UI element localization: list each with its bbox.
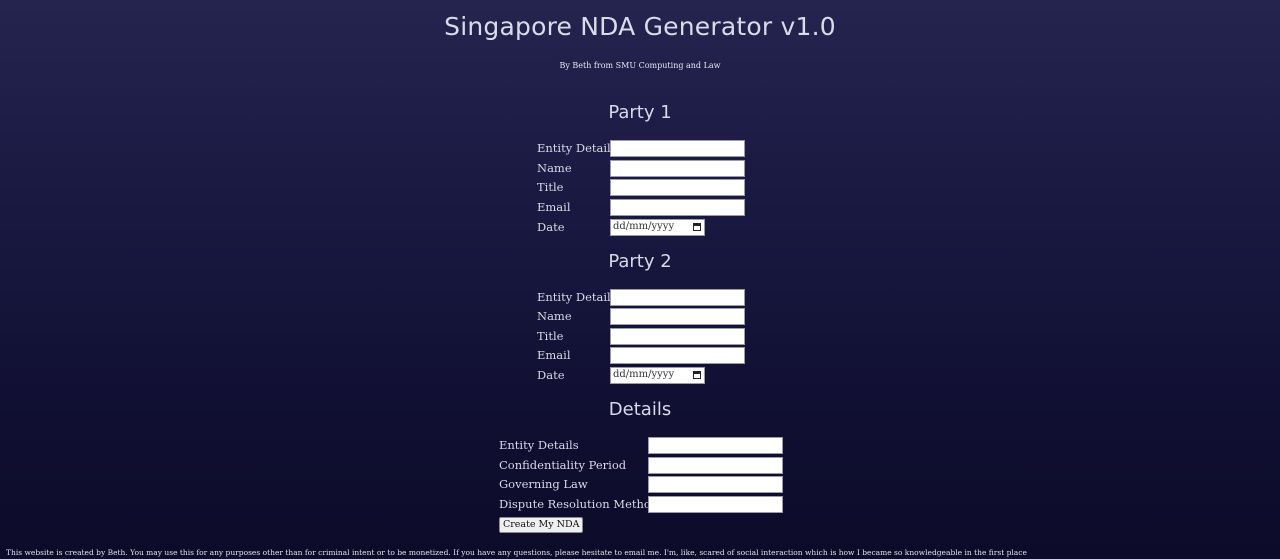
page-title: Singapore NDA Generator v1.0 bbox=[444, 12, 836, 41]
details-governing-law-row: Governing Law bbox=[499, 476, 789, 494]
create-nda-button[interactable]: Create My NDA bbox=[499, 517, 584, 533]
party1-entity-details-input[interactable] bbox=[610, 140, 745, 157]
details-entity-details-label: Entity Details bbox=[499, 438, 579, 452]
party1-name-label: Name bbox=[537, 161, 572, 175]
details-entity-details-row: Entity Details bbox=[499, 437, 789, 455]
party1-name-input[interactable] bbox=[610, 160, 745, 177]
details-governing-law-input[interactable] bbox=[648, 476, 783, 493]
party2-name-label: Name bbox=[537, 309, 572, 323]
details-confidentiality-period-row: Confidentiality Period bbox=[499, 457, 789, 475]
party2-date-input[interactable]: dd/mm/yyyy bbox=[610, 367, 705, 384]
details-dispute-resolution-row: Dispute Resolution Method bbox=[499, 496, 789, 514]
party1-date-input[interactable]: dd/mm/yyyy bbox=[610, 219, 705, 236]
party2-email-label: Email bbox=[537, 348, 571, 362]
party2-date-placeholder: dd/mm/yyyy bbox=[613, 369, 675, 380]
party1-email-label: Email bbox=[537, 200, 571, 214]
details-confidentiality-period-label: Confidentiality Period bbox=[499, 458, 627, 472]
party2-title-row: Title bbox=[537, 328, 747, 346]
party2-email-input[interactable] bbox=[610, 347, 745, 364]
party2-name-row: Name bbox=[537, 308, 747, 326]
party2-name-input[interactable] bbox=[610, 308, 745, 325]
party2-entity-details-label: Entity Details bbox=[537, 290, 617, 304]
party2-date-label: Date bbox=[537, 368, 565, 382]
details-governing-law-label: Governing Law bbox=[499, 477, 588, 491]
party1-title-row: Title bbox=[537, 179, 747, 197]
page-subtitle: By Beth from SMU Computing and Law bbox=[559, 61, 721, 70]
calendar-icon[interactable] bbox=[693, 371, 701, 379]
party1-email-input[interactable] bbox=[610, 199, 745, 216]
party1-date-placeholder: dd/mm/yyyy bbox=[613, 221, 675, 232]
details-dispute-resolution-input[interactable] bbox=[648, 496, 783, 513]
party1-heading: Party 1 bbox=[608, 102, 672, 123]
party2-title-label: Title bbox=[537, 329, 564, 343]
party1-title-label: Title bbox=[537, 180, 564, 194]
details-confidentiality-period-input[interactable] bbox=[648, 457, 783, 474]
party2-heading: Party 2 bbox=[608, 251, 672, 272]
footer-disclaimer: This website is created by Beth. You may… bbox=[6, 548, 1027, 557]
party1-name-row: Name bbox=[537, 160, 747, 178]
party2-email-row: Email bbox=[537, 347, 747, 365]
calendar-icon[interactable] bbox=[693, 223, 701, 231]
party1-entity-details-row: Entity Details bbox=[537, 140, 747, 158]
party1-entity-details-label: Entity Details bbox=[537, 141, 617, 155]
party1-date-label: Date bbox=[537, 220, 565, 234]
details-dispute-resolution-label: Dispute Resolution Method bbox=[499, 497, 659, 511]
party2-entity-details-row: Entity Details bbox=[537, 289, 747, 307]
party2-title-input[interactable] bbox=[610, 328, 745, 345]
details-heading: Details bbox=[608, 399, 672, 420]
party1-email-row: Email bbox=[537, 199, 747, 217]
party1-date-row: Date dd/mm/yyyy bbox=[537, 219, 747, 237]
party2-entity-details-input[interactable] bbox=[610, 289, 745, 306]
party2-date-row: Date dd/mm/yyyy bbox=[537, 367, 747, 385]
details-entity-details-input[interactable] bbox=[648, 437, 783, 454]
party1-title-input[interactable] bbox=[610, 179, 745, 196]
